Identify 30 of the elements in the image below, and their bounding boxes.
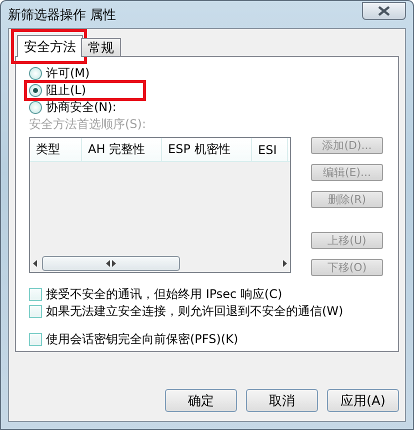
methods-list[interactable]: 类型 AH 完整性 ESP 机密性 ESI — [29, 137, 291, 273]
dialog-button[interactable]: 取消 — [246, 389, 318, 412]
radio-button[interactable] — [29, 84, 42, 97]
horizontal-scrollbar[interactable] — [30, 255, 290, 272]
checkbox-label: 使用会话密钥完全向前保密(PFS)(K) — [46, 331, 238, 348]
list-label: 安全方法首选顺序(S): — [29, 116, 148, 133]
column-header[interactable]: ESP 机密性 — [162, 138, 252, 161]
column-header[interactable]: ESI — [252, 138, 288, 161]
radio-button[interactable] — [29, 101, 42, 114]
checkbox[interactable] — [29, 305, 42, 318]
left-arrow-icon — [33, 260, 38, 267]
checkbox[interactable] — [29, 288, 42, 301]
checkbox-label: 接受不安全的通讯，但始终用 IPsec 响应(C) — [46, 286, 282, 303]
column-header[interactable]: 类型 — [30, 138, 82, 161]
radio-label: 许可(M) — [46, 65, 90, 82]
radio-label: 协商安全(N): — [46, 99, 116, 116]
radio-button[interactable] — [29, 67, 42, 80]
window-title: 新筛选器操作 属性 — [8, 6, 116, 24]
column-header[interactable]: AH 完整性 — [82, 138, 162, 161]
grip-icon — [106, 260, 116, 267]
close-icon — [378, 6, 390, 16]
tab[interactable]: 安全方法 — [17, 35, 83, 57]
tab[interactable]: 常规 — [81, 38, 121, 57]
radio-label: 阻止(L) — [46, 82, 86, 99]
right-arrow-icon — [282, 260, 287, 267]
dialog-button[interactable]: 应用(A) — [327, 389, 399, 412]
close-button[interactable] — [362, 2, 406, 20]
dialog-button[interactable]: 确定 — [165, 389, 237, 412]
checkbox-label: 如果无法建立安全连接，则允许回退到不安全的通信(W) — [46, 303, 344, 320]
checkbox[interactable] — [29, 333, 42, 346]
